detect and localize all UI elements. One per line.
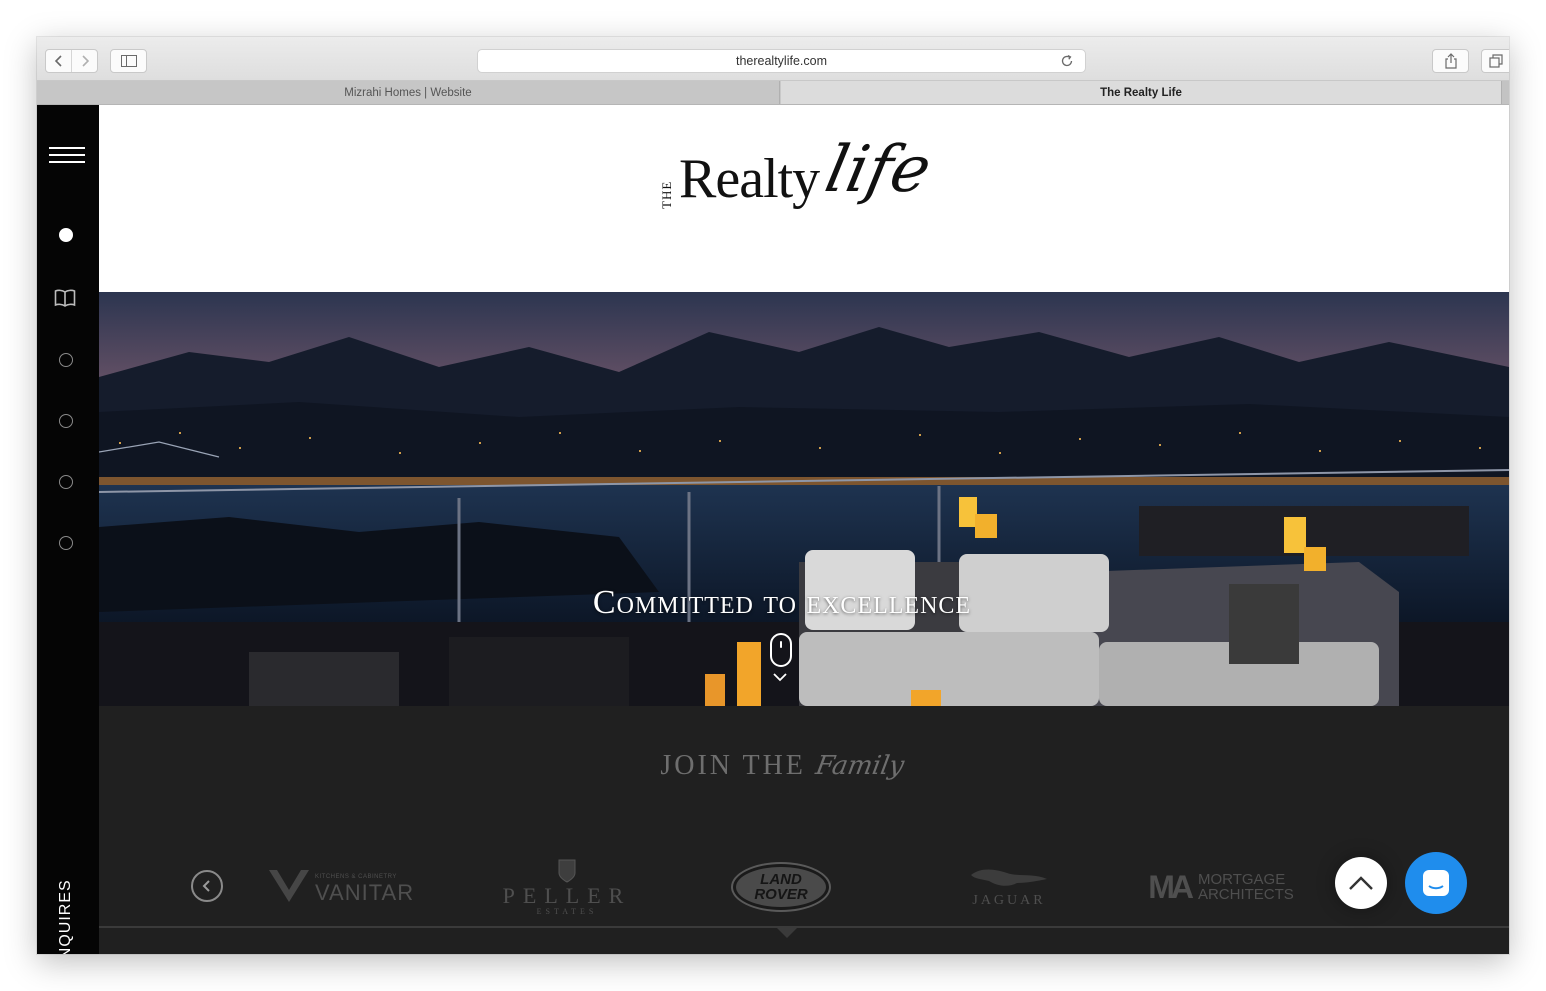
tabs-icon xyxy=(1488,54,1503,68)
hero-headline: Committed to excellence xyxy=(592,584,972,621)
land-rover-line2: ROVER xyxy=(754,886,808,903)
brand-mortgage-architects-logo[interactable]: MA MORTGAGE ARCHITECTS xyxy=(1148,854,1294,920)
sidebar-toggle-button[interactable] xyxy=(110,49,147,73)
main-content: THE Realty life Committed to excellence … xyxy=(99,105,1509,954)
vanitar-name: VANITAR xyxy=(315,880,415,905)
chevron-up-icon xyxy=(1349,876,1373,890)
mortgage-architects-wordmark: MORTGAGE ARCHITECTS xyxy=(1198,872,1294,902)
family-title-prefix: JOIN THE xyxy=(660,750,806,781)
nav-dot-home[interactable] xyxy=(59,228,73,242)
logo-realty: Realty xyxy=(679,148,820,210)
peller-name: PELLER xyxy=(502,882,632,908)
tab-bar: Mizrahi Homes | Website The Realty Life xyxy=(37,81,1509,105)
tabs-overview-button[interactable] xyxy=(1481,49,1509,73)
scroll-mouse-icon[interactable] xyxy=(770,633,792,667)
tab-mizrahi-homes[interactable]: Mizrahi Homes | Website xyxy=(37,81,780,104)
architects-line: ARCHITECTS xyxy=(1197,886,1294,903)
address-bar[interactable]: therealtylife.com xyxy=(477,49,1086,73)
nav-dot-section[interactable] xyxy=(59,414,73,428)
chevron-right-icon xyxy=(81,55,89,67)
chevron-left-icon xyxy=(202,880,210,892)
brand-land-rover-logo[interactable]: LAND ROVER xyxy=(731,854,831,920)
browser-toolbar: therealtylife.com xyxy=(37,37,1509,81)
brand-jaguar-logo[interactable]: JAGUAR xyxy=(959,854,1059,920)
carousel-prev-button[interactable] xyxy=(191,870,223,902)
site-header: THE Realty life xyxy=(99,105,1509,292)
inquires-label: INQUIRES xyxy=(57,879,74,954)
web-page: INQUIRES THE Realty life Committed to ex… xyxy=(37,105,1509,954)
jaguar-leaper-icon xyxy=(971,869,1047,886)
brand-vanitar-logo[interactable]: KITCHENS & CABINETRY VANITAR xyxy=(267,854,417,920)
nav-dot-section[interactable] xyxy=(59,536,73,550)
side-navigation: INQUIRES xyxy=(37,105,99,954)
hero-banner: Committed to excellence xyxy=(99,292,1509,706)
logo-life: life xyxy=(819,133,938,207)
section-divider xyxy=(99,926,1509,928)
browser-window: therealtylife.com Mizrahi Homes | Websit… xyxy=(37,37,1509,954)
tab-label: The Realty Life xyxy=(1100,86,1182,99)
mortgage-architects-mark: MA xyxy=(1148,868,1194,905)
chevron-left-icon xyxy=(54,55,62,67)
divider-pointer xyxy=(777,928,797,938)
forward-button[interactable] xyxy=(71,50,97,72)
url-text: therealtylife.com xyxy=(735,54,827,68)
land-rover-oval: LAND ROVER xyxy=(733,864,829,910)
land-rover-line1: LAND xyxy=(760,871,802,888)
peller-crest-icon xyxy=(558,859,576,883)
back-button[interactable] xyxy=(46,50,71,72)
join-family-section: JOIN THE Family KITCHENS & CABINETRY VAN… xyxy=(99,706,1509,954)
new-tab-area[interactable] xyxy=(1501,81,1509,104)
mortgage-line: MORTGAGE xyxy=(1197,871,1286,888)
nav-dot-section[interactable] xyxy=(59,353,73,367)
tab-realty-life[interactable]: The Realty Life xyxy=(781,81,1501,104)
share-button[interactable] xyxy=(1432,49,1469,73)
chat-icon xyxy=(1423,870,1449,896)
reload-icon[interactable] xyxy=(1059,53,1075,69)
nav-dot-section[interactable] xyxy=(59,475,73,489)
hero-image xyxy=(99,292,1509,706)
nav-buttons xyxy=(45,49,98,73)
jaguar-name: JAGUAR xyxy=(972,893,1046,908)
inquires-tab[interactable]: INQUIRES xyxy=(46,875,86,954)
chat-widget-button[interactable] xyxy=(1405,852,1467,914)
vanitar-mark-icon xyxy=(269,870,309,902)
family-title-script: Family xyxy=(813,751,907,781)
menu-icon[interactable] xyxy=(49,147,85,165)
brand-peller-logo[interactable]: PELLER ESTATES xyxy=(503,854,625,920)
realty-life-logo[interactable]: THE Realty life xyxy=(659,133,937,245)
book-icon[interactable] xyxy=(54,289,76,307)
tab-label: Mizrahi Homes | Website xyxy=(344,86,472,99)
sidebar-icon xyxy=(120,55,137,67)
logo-the: THE xyxy=(659,180,674,209)
scroll-to-top-button[interactable] xyxy=(1335,857,1387,909)
peller-subtitle: ESTATES xyxy=(536,906,598,916)
share-icon xyxy=(1444,53,1457,69)
family-title: JOIN THE Family xyxy=(99,750,1465,782)
